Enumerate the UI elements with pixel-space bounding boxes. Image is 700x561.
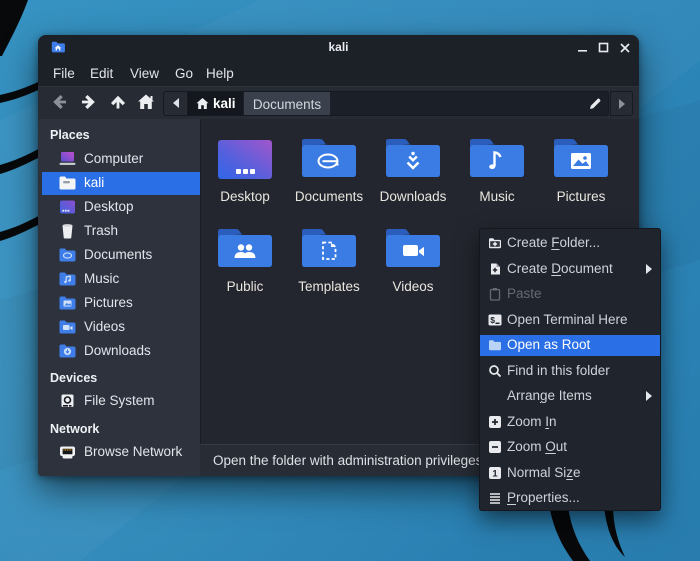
svg-text:1: 1 [492, 468, 498, 479]
svg-text:$: $ [490, 314, 495, 324]
